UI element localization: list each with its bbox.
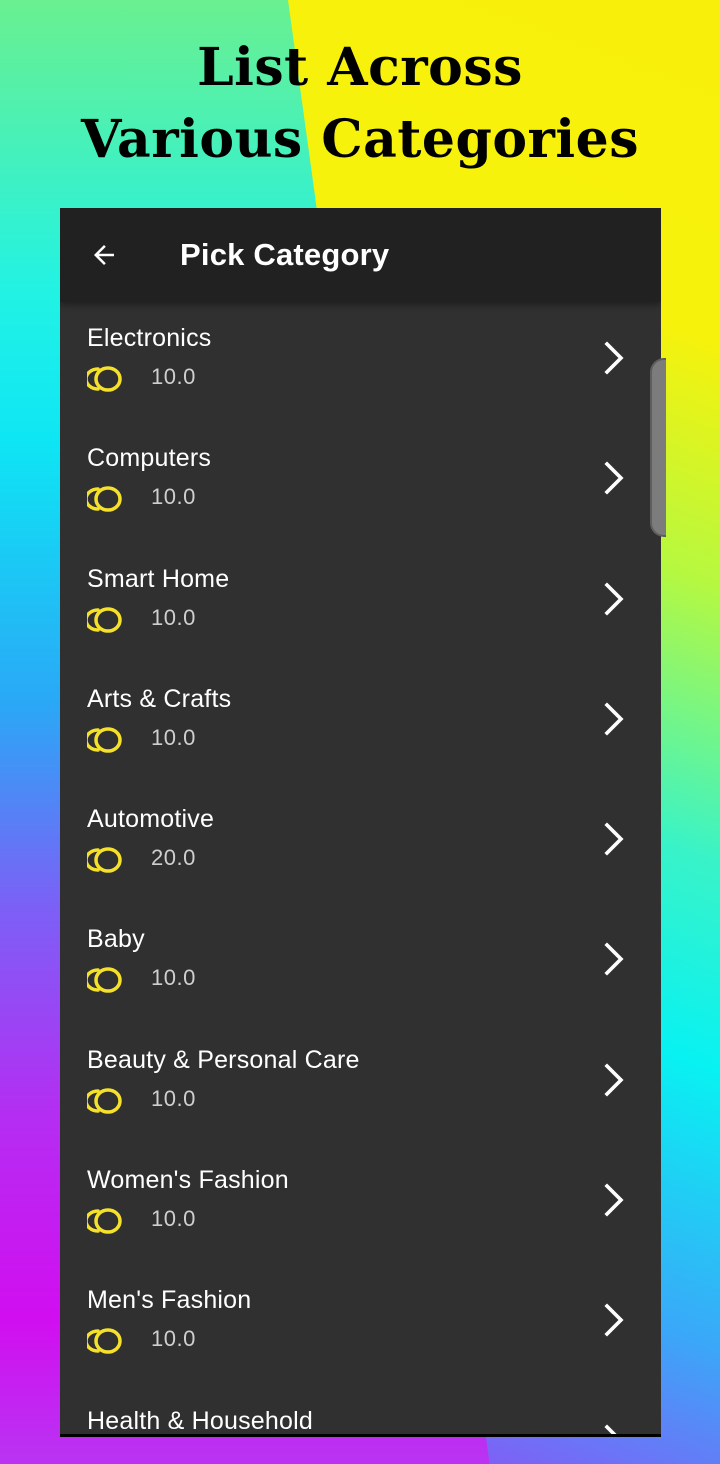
category-list-item[interactable]: Beauty & Personal Care 10.0 xyxy=(60,1024,661,1144)
category-name: Arts & Crafts xyxy=(87,684,232,713)
category-list-item[interactable]: Smart Home 10.0 xyxy=(60,543,661,663)
coin-icon xyxy=(87,967,122,994)
category-list-item[interactable]: Men's Fashion 10.0 xyxy=(60,1264,661,1384)
category-list-item[interactable]: Baby 10.0 xyxy=(60,903,661,1023)
category-value: 10.0 xyxy=(151,604,196,630)
chevron-right-icon xyxy=(604,942,624,977)
category-name: Women's Fashion xyxy=(87,1166,289,1195)
coin-icon xyxy=(87,606,122,633)
category-value: 10.0 xyxy=(151,965,196,991)
category-value: 10.0 xyxy=(151,724,196,750)
category-value: 10.0 xyxy=(151,1326,196,1352)
category-list-item[interactable]: Computers 10.0 xyxy=(60,422,661,542)
coin-icon xyxy=(87,366,122,392)
category-name: Smart Home xyxy=(87,564,230,593)
chevron-right-icon xyxy=(604,1424,617,1434)
chevron-right-icon xyxy=(604,702,624,736)
headline-line-1: List Across xyxy=(197,37,523,98)
category-value: 10.0 xyxy=(151,1206,196,1232)
page-title: Pick Category xyxy=(180,237,390,272)
chevron-right-icon xyxy=(604,1063,624,1097)
category-value: 10.0 xyxy=(151,1085,196,1111)
chevron-right-icon xyxy=(604,1303,624,1337)
category-name: Beauty & Personal Care xyxy=(87,1045,360,1074)
category-name: Electronics xyxy=(87,324,212,352)
app-screen: Pick Category Electronics 10.0 Computers 10… xyxy=(60,208,661,1437)
category-value: 10.0 xyxy=(151,484,196,510)
category-name: Automotive xyxy=(87,805,215,834)
category-list-item[interactable]: Electronics 10.0 xyxy=(60,302,661,422)
category-list-item[interactable]: Health & Household xyxy=(60,1385,661,1435)
coin-icon xyxy=(87,1088,122,1114)
coin-icon xyxy=(87,847,122,873)
chevron-right-icon xyxy=(604,582,624,616)
coin-icon xyxy=(87,486,122,513)
chevron-right-icon xyxy=(604,461,624,495)
coin-icon xyxy=(87,1208,122,1234)
scrollbar-thumb[interactable] xyxy=(650,358,666,537)
category-list-item[interactable]: Automotive 20.0 xyxy=(60,783,661,903)
category-list-item[interactable]: Arts & Crafts 10.0 xyxy=(60,663,661,783)
back-button[interactable] xyxy=(60,208,150,302)
category-list: Electronics 10.0 Computers 10.0 Smart Home 10… xyxy=(60,302,661,1435)
app-bar: Pick Category xyxy=(60,208,661,302)
chevron-right-icon xyxy=(604,822,624,856)
category-list-item[interactable]: Women's Fashion 10.0 xyxy=(60,1144,661,1264)
category-name: Health & Household xyxy=(87,1406,313,1435)
chevron-right-icon xyxy=(604,341,624,375)
coin-icon xyxy=(87,1328,122,1355)
chevron-right-icon xyxy=(604,1183,624,1217)
category-value: 10.0 xyxy=(151,364,196,389)
headline-line-2: Various Categories xyxy=(80,109,640,170)
category-name: Men's Fashion xyxy=(87,1286,252,1315)
category-value: 20.0 xyxy=(151,845,196,871)
category-name: Baby xyxy=(87,925,145,954)
promo-headline: List Across Various Categories xyxy=(0,32,720,176)
coin-icon xyxy=(87,727,122,753)
category-name: Computers xyxy=(87,444,212,473)
arrow-back-icon xyxy=(94,245,114,265)
